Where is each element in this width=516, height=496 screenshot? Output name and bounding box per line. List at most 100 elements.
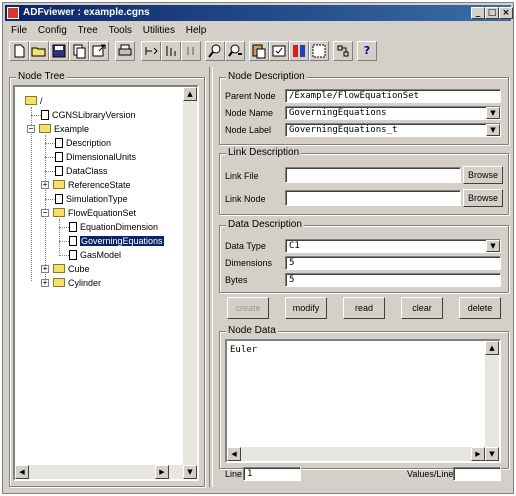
- parent-node-field[interactable]: /Example/FlowEquationSet: [285, 89, 501, 103]
- scroll-right-icon[interactable]: ▶: [471, 447, 485, 461]
- grid-icon[interactable]: [309, 41, 329, 61]
- line-field[interactable]: 1: [243, 467, 301, 481]
- tree-item-equation-dimension[interactable]: EquationDimension: [69, 221, 158, 233]
- chevron-down-icon[interactable]: ▼: [486, 107, 500, 119]
- clear-button[interactable]: clear: [401, 297, 443, 319]
- help-icon[interactable]: ?: [357, 41, 377, 61]
- copy-file-icon[interactable]: [69, 41, 89, 61]
- menu-help[interactable]: Help: [182, 23, 211, 38]
- folder-icon: [53, 278, 65, 287]
- chevron-down-icon[interactable]: ▼: [486, 240, 500, 252]
- save-icon[interactable]: [49, 41, 69, 61]
- tree-item-cube[interactable]: Cube: [53, 263, 90, 275]
- scroll-left-icon[interactable]: ◀: [15, 465, 29, 479]
- dimensions-field[interactable]: 5: [285, 256, 501, 270]
- modify-button[interactable]: modify: [285, 297, 327, 319]
- chevron-down-icon[interactable]: ▼: [486, 124, 500, 136]
- reorder-icon[interactable]: [161, 41, 181, 61]
- menu-tools[interactable]: Tools: [105, 23, 136, 38]
- delete-button[interactable]: delete: [459, 297, 501, 319]
- tree-item-label: SimulationType: [66, 194, 128, 204]
- move-node-icon[interactable]: [141, 41, 161, 61]
- parent-node-label: Parent Node: [225, 91, 276, 101]
- tree-connector: [45, 143, 55, 144]
- expand-icon[interactable]: +: [41, 181, 49, 189]
- number-icon[interactable]: [181, 41, 201, 61]
- menu-file[interactable]: File: [7, 23, 31, 38]
- export-icon[interactable]: [89, 41, 109, 61]
- tree-item-governing-equations[interactable]: GoverningEquations: [69, 235, 164, 247]
- browse-link-file-button[interactable]: Browse: [463, 166, 503, 184]
- node-data-horizontal-scrollbar[interactable]: [227, 447, 485, 461]
- menu-tree[interactable]: Tree: [74, 23, 102, 38]
- merge-icon[interactable]: [333, 41, 353, 61]
- document-icon: [69, 236, 77, 246]
- bytes-field[interactable]: 5: [285, 273, 501, 287]
- tree-item-flow-equation-set[interactable]: FlowEquationSet: [53, 207, 136, 219]
- scroll-up-icon[interactable]: ▲: [485, 341, 499, 355]
- open-folder-icon[interactable]: [29, 41, 49, 61]
- print-icon[interactable]: [115, 41, 135, 61]
- scroll-down-icon[interactable]: ▼: [485, 447, 499, 461]
- menu-utilities[interactable]: Utilities: [139, 23, 179, 38]
- close-button[interactable]: ×: [499, 7, 513, 19]
- new-file-icon[interactable]: [9, 41, 29, 61]
- check-icon[interactable]: [269, 41, 289, 61]
- expand-icon[interactable]: +: [41, 265, 49, 273]
- node-name-select[interactable]: GoverningEquations: [285, 106, 501, 120]
- create-button[interactable]: create: [227, 297, 269, 319]
- tree-connector: [59, 227, 69, 228]
- plot-icon[interactable]: [289, 41, 309, 61]
- read-button[interactable]: read: [343, 297, 385, 319]
- tree-item-simulation-type[interactable]: SimulationType: [55, 193, 128, 205]
- tree-item-data-class[interactable]: DataClass: [55, 165, 108, 177]
- paste-icon[interactable]: [249, 41, 269, 61]
- link-file-input[interactable]: [285, 167, 461, 183]
- node-data-vertical-scrollbar[interactable]: [485, 341, 499, 447]
- tree-connector: [31, 107, 32, 281]
- collapse-icon[interactable]: −: [41, 209, 49, 217]
- title-bar[interactable]: ADFviewer : example.cgns _ □ ×: [5, 5, 513, 21]
- tree-item-cgns-library-version[interactable]: CGNSLibraryVersion: [41, 109, 136, 121]
- scroll-down-icon[interactable]: ▼: [183, 465, 197, 479]
- node-tree[interactable]: / CGNSLibraryVersion − Example Descripti…: [13, 85, 199, 481]
- tree-vertical-scrollbar[interactable]: [183, 87, 197, 465]
- node-data-textarea[interactable]: Euler ▲ ◀ ▶ ▼: [225, 339, 501, 463]
- folder-icon: [25, 96, 37, 105]
- data-type-select[interactable]: C1: [285, 239, 501, 253]
- tree-item-example[interactable]: Example: [39, 123, 89, 135]
- minimize-button[interactable]: _: [471, 7, 485, 19]
- tree-connector: [59, 241, 69, 242]
- node-name-label: Node Name: [225, 108, 274, 118]
- tree-connector: [45, 171, 55, 172]
- tree-item-description[interactable]: Description: [55, 137, 111, 149]
- tree-item-gas-model[interactable]: GasModel: [69, 249, 121, 261]
- menu-config[interactable]: Config: [34, 23, 71, 38]
- find-icon[interactable]: [205, 41, 225, 61]
- values-per-line-field[interactable]: [453, 467, 501, 481]
- tree-connector: [59, 219, 60, 253]
- expand-icon[interactable]: +: [41, 279, 49, 287]
- pane-splitter[interactable]: [209, 67, 213, 487]
- scroll-right-icon[interactable]: ▶: [155, 465, 169, 479]
- node-label-label: Node Label: [225, 125, 272, 135]
- node-label-select[interactable]: GoverningEquations_t: [285, 123, 501, 137]
- scroll-up-icon[interactable]: ▲: [183, 87, 197, 101]
- data-description-title: Data Description: [226, 219, 304, 230]
- document-icon: [55, 166, 63, 176]
- document-icon: [55, 194, 63, 204]
- maximize-button[interactable]: □: [485, 7, 499, 19]
- link-node-input[interactable]: [285, 190, 461, 206]
- tree-item-cylinder[interactable]: Cylinder: [53, 277, 101, 289]
- tree-item-dimensional-units[interactable]: DimensionalUnits: [55, 151, 136, 163]
- tree-item-reference-state[interactable]: ReferenceState: [53, 179, 131, 191]
- collapse-icon[interactable]: −: [27, 125, 35, 133]
- browse-link-node-button[interactable]: Browse: [463, 189, 503, 207]
- tree-item-root[interactable]: /: [25, 95, 43, 107]
- document-icon: [55, 138, 63, 148]
- tree-item-label: DataClass: [66, 166, 108, 176]
- find-next-icon[interactable]: [225, 41, 245, 61]
- link-file-label: Link File: [225, 171, 259, 181]
- scroll-left-icon[interactable]: ◀: [227, 447, 241, 461]
- document-icon: [41, 110, 49, 120]
